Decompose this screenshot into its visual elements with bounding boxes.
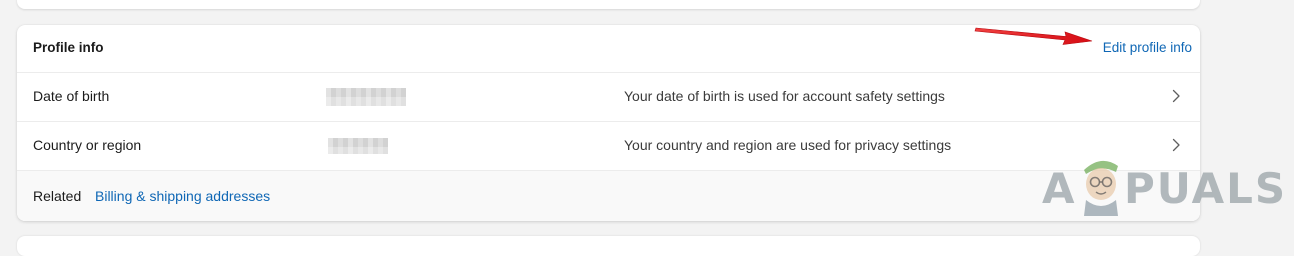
card-title: Profile info — [33, 40, 104, 55]
watermark-letter-a: A — [1042, 164, 1077, 213]
chevron-right-icon — [1172, 89, 1180, 103]
related-label: Related — [33, 188, 82, 204]
row-country-or-region[interactable]: Country or region Your country and regio… — [17, 122, 1200, 171]
redacted-value — [328, 138, 388, 154]
next-card — [17, 236, 1200, 256]
edit-profile-info-link[interactable]: Edit profile info — [1103, 40, 1192, 55]
chevron-right-icon — [1172, 138, 1180, 152]
related-section: Related Billing & shipping addresses — [17, 171, 1200, 221]
previous-card — [17, 0, 1200, 9]
row-label: Date of birth — [33, 88, 110, 104]
watermark-text: PUALS — [1124, 164, 1288, 213]
billing-shipping-link[interactable]: Billing & shipping addresses — [95, 188, 270, 204]
mascot-logo-icon — [1084, 160, 1118, 216]
row-description: Your date of birth is used for account s… — [624, 88, 945, 104]
appuals-watermark: A PUALS — [1040, 152, 1285, 224]
row-description: Your country and region are used for pri… — [624, 137, 952, 153]
red-arrow-icon — [974, 27, 1093, 45]
profile-info-card: Profile info Edit profile info Date of b… — [17, 25, 1200, 221]
row-label: Country or region — [33, 137, 142, 153]
row-date-of-birth[interactable]: Date of birth Your date of birth is used… — [17, 73, 1200, 122]
redacted-value — [326, 88, 406, 106]
